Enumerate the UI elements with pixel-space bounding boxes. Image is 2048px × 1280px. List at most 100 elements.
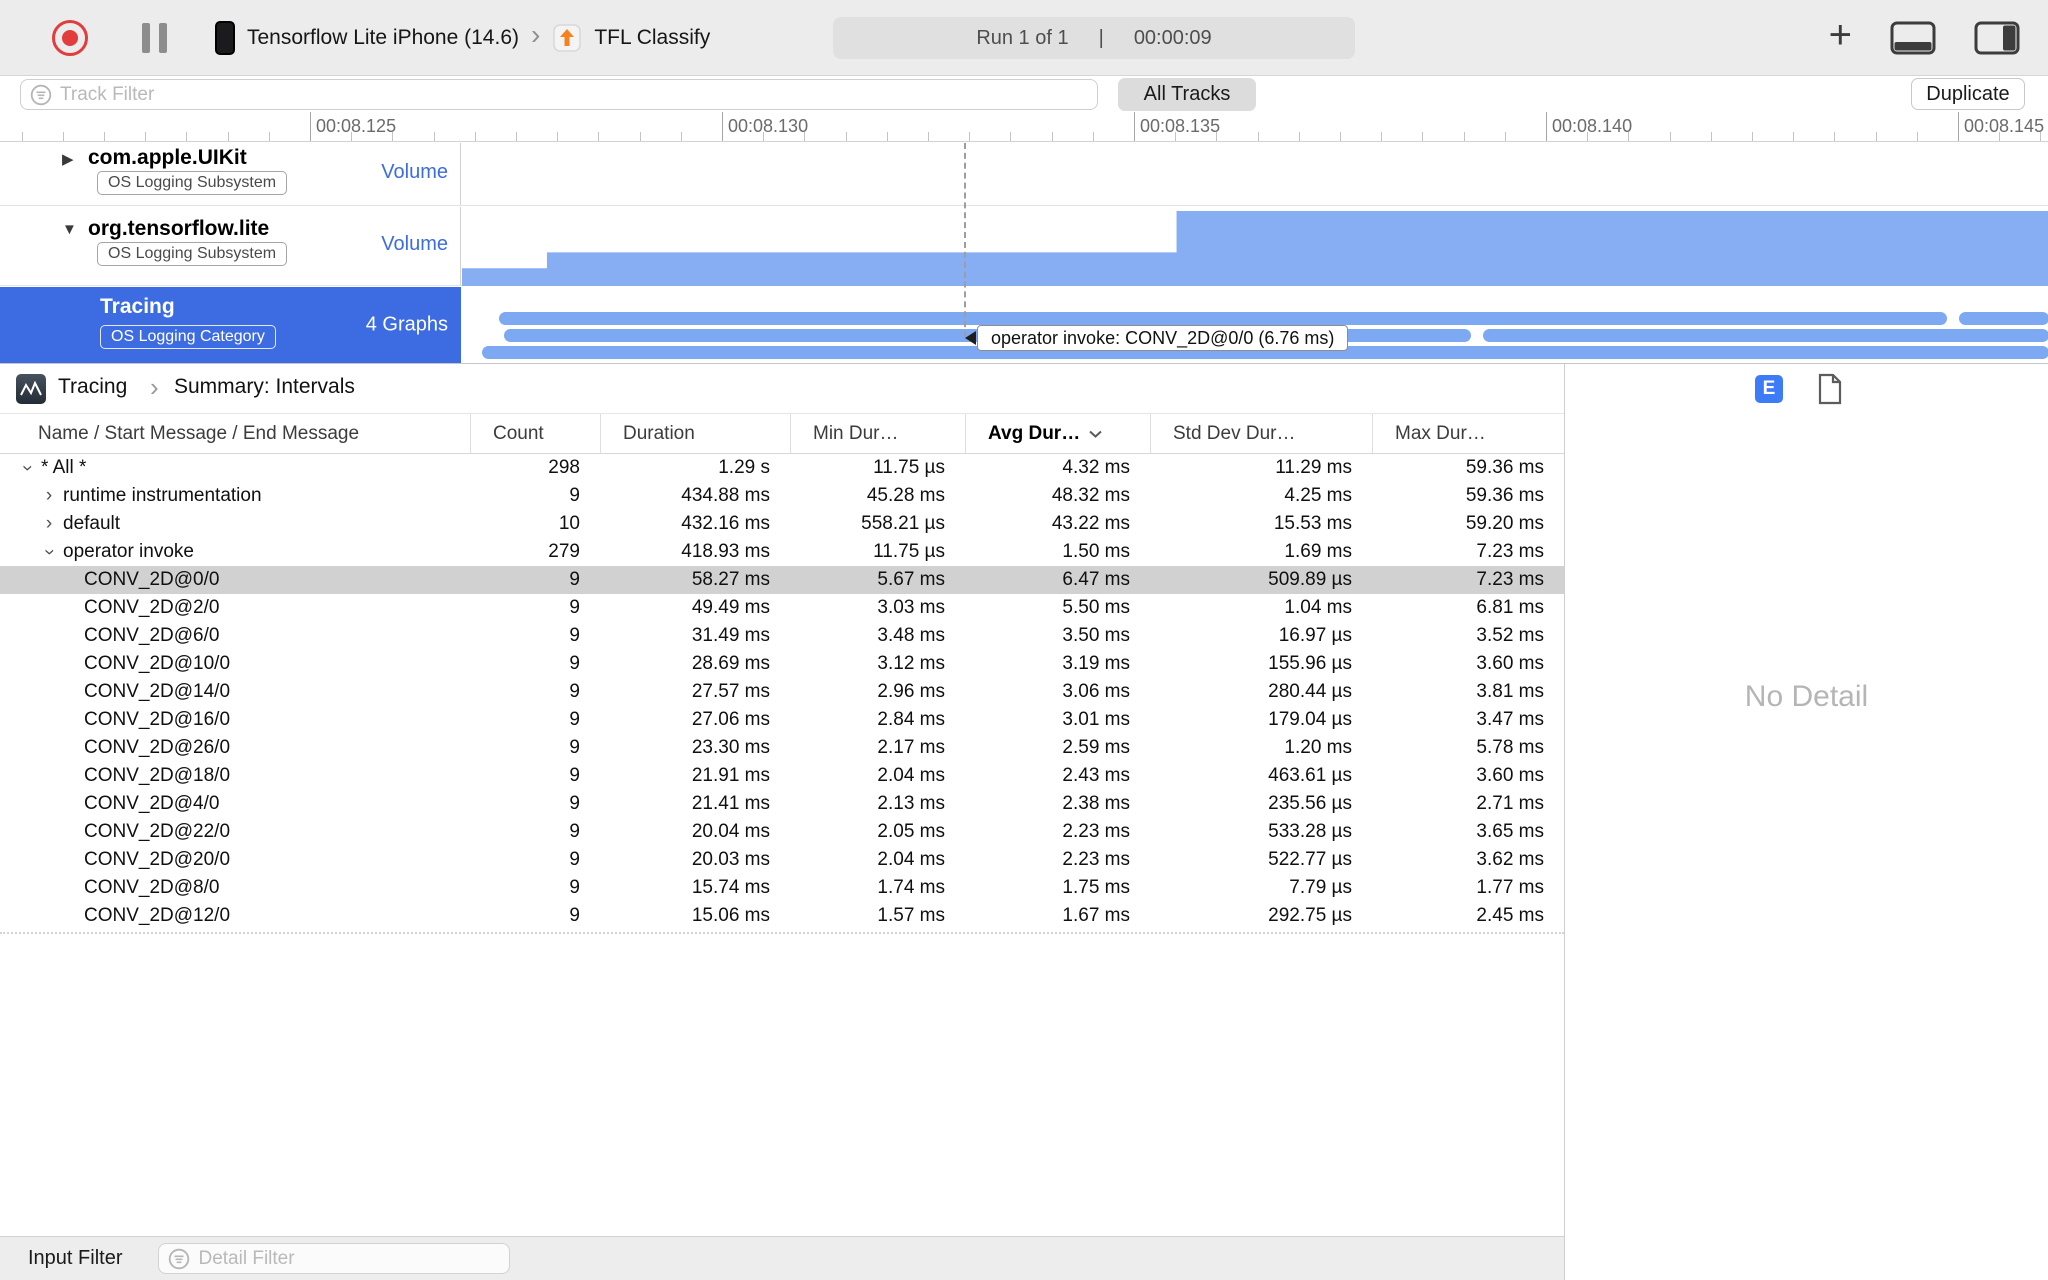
row-name-label: CONV_2D@22/0 — [84, 821, 231, 842]
table-row[interactable]: CONV_2D@16/0 9 27.06 ms 2.84 ms 3.01 ms 179.0… — [0, 706, 1564, 734]
cell-std: 1.04 ms — [1284, 597, 1352, 618]
track-row-tensorflow[interactable]: ▼ org.tensorflow.lite OS Logging Subsyst… — [0, 207, 2048, 286]
tracing-intervals-graph[interactable]: operator invoke: CONV_2D@0/0 (6.76 ms) — [462, 287, 2048, 363]
column-header-min[interactable]: Min Dur… — [790, 414, 965, 453]
table-row[interactable]: CONV_2D@2/0 9 49.49 ms 3.03 ms 5.50 ms 1.04 m… — [0, 594, 1564, 622]
cell-avg: 43.22 ms — [1051, 513, 1130, 534]
cell-std: 7.79 µs — [1289, 877, 1352, 898]
cell-min: 45.28 ms — [866, 485, 945, 506]
column-header-max[interactable]: Max Dur… — [1372, 414, 1564, 453]
cell-duration: 58.27 ms — [691, 569, 770, 590]
table-row[interactable]: CONV_2D@6/0 9 31.49 ms 3.48 ms 3.50 ms 16.97 … — [0, 622, 1564, 650]
cell-count: 9 — [569, 681, 580, 702]
ruler-minor-tick — [145, 132, 147, 141]
row-disclosure-chevron[interactable]: › — [42, 510, 56, 538]
column-header-count[interactable]: Count — [470, 414, 600, 453]
duplicate-button[interactable]: Duplicate — [1911, 78, 2025, 110]
cell-min: 2.17 ms — [877, 737, 945, 758]
playhead-cursor[interactable] — [964, 143, 966, 337]
extended-detail-tab-button[interactable]: E — [1755, 375, 1783, 403]
table-row[interactable]: CONV_2D@10/0 9 28.69 ms 3.12 ms 3.19 ms 155.9… — [0, 650, 1564, 678]
interval-bar[interactable] — [1483, 329, 2048, 342]
cell-min: 1.74 ms — [877, 877, 945, 898]
cell-max: 59.20 ms — [1465, 513, 1544, 534]
row-disclosure-chevron[interactable]: › — [42, 482, 56, 510]
interval-bar[interactable] — [1959, 312, 2048, 325]
cell-std: 16.97 µs — [1278, 625, 1352, 646]
volume-area-chart[interactable] — [462, 207, 2048, 286]
detail-filter-field[interactable] — [158, 1243, 511, 1274]
column-header-stddev[interactable]: Std Dev Dur… — [1150, 414, 1372, 453]
track-row-tracing-selected[interactable]: Tracing OS Logging Category 4 Graphs ope… — [0, 287, 2048, 363]
cell-name: CONV_2D@22/0 — [0, 818, 470, 846]
track-graph-area[interactable] — [462, 143, 2048, 205]
cell-min: 1.57 ms — [877, 905, 945, 926]
table-row[interactable]: › runtime instrumentation 9 434.88 ms 45.28 … — [0, 482, 1564, 510]
pause-button[interactable] — [142, 22, 167, 53]
cell-avg: 1.67 ms — [1062, 905, 1130, 926]
ruler-minor-tick — [1875, 132, 1877, 141]
row-name-label: CONV_2D@2/0 — [84, 597, 220, 618]
disclosure-triangle-expanded-icon[interactable]: ▼ — [62, 221, 77, 238]
table-row[interactable]: › * All * 298 1.29 s 11.75 µs 4.32 ms 11.29 ms… — [0, 454, 1564, 482]
ruler-minor-tick — [557, 132, 559, 141]
cell-avg: 5.50 ms — [1062, 597, 1130, 618]
table-row[interactable]: CONV_2D@18/0 9 21.91 ms 2.04 ms 2.43 ms 463.6… — [0, 762, 1564, 790]
cell-count: 9 — [569, 849, 580, 870]
all-tracks-button[interactable]: All Tracks — [1118, 78, 1256, 111]
cell-max: 7.23 ms — [1476, 541, 1544, 562]
row-name-label: CONV_2D@14/0 — [84, 681, 231, 702]
row-disclosure-chevron[interactable]: › — [35, 545, 63, 559]
table-row[interactable]: CONV_2D@0/0 9 58.27 ms 5.67 ms 6.47 ms 509.89… — [0, 566, 1564, 594]
table-row[interactable]: CONV_2D@8/0 9 15.74 ms 1.74 ms 1.75 ms 7.79 µ… — [0, 874, 1564, 902]
column-header-avg-sorted[interactable]: Avg Dur… — [965, 414, 1150, 453]
table-row[interactable]: CONV_2D@22/0 9 20.04 ms 2.05 ms 2.23 ms 533.2… — [0, 818, 1564, 846]
ruler-timestamp-label: 00:08.130 — [728, 116, 809, 136]
disclosure-triangle-collapsed-icon[interactable]: ▶ — [62, 150, 74, 168]
table-row[interactable]: CONV_2D@12/0 9 15.06 ms 1.57 ms 1.67 ms 292.7… — [0, 902, 1564, 930]
filter-icon — [169, 1248, 190, 1269]
input-filter-label: Input Filter — [28, 1247, 123, 1269]
cell-std: 463.61 µs — [1268, 765, 1352, 786]
row-name-label: CONV_2D@12/0 — [84, 905, 231, 926]
breadcrumb-item-summary[interactable]: Summary: Intervals — [174, 375, 355, 399]
track-filter-input[interactable] — [60, 83, 1088, 106]
track-badge: OS Logging Subsystem — [97, 171, 288, 195]
cell-name: CONV_2D@6/0 — [0, 622, 470, 650]
table-row[interactable]: › default 10 432.16 ms 558.21 µs 43.22 ms 15.5… — [0, 510, 1564, 538]
document-inspector-tab-button[interactable] — [1817, 373, 1843, 410]
device-app-selector[interactable]: Tensorflow Lite iPhone (14.6) › TFL Clas… — [215, 0, 710, 75]
track-row-uikit[interactable]: ▶ com.apple.UIKit OS Logging Subsystem V… — [0, 143, 2048, 206]
target-app-name: TFL Classify — [594, 25, 711, 49]
ruler-timestamp-label: 00:08.145 — [1964, 116, 2045, 136]
cell-avg: 6.47 ms — [1062, 569, 1130, 590]
ruler-minor-tick — [1669, 132, 1671, 141]
cell-max: 3.65 ms — [1476, 821, 1544, 842]
ruler-minor-tick — [1298, 132, 1300, 141]
sort-descending-chevron-icon — [1089, 430, 1102, 438]
record-button[interactable] — [52, 19, 88, 56]
cell-name: CONV_2D@0/0 — [0, 566, 470, 594]
column-header-name[interactable]: Name / Start Message / End Message — [0, 414, 470, 453]
table-row[interactable]: › operator invoke 279 418.93 ms 11.75 µs 1.50… — [0, 538, 1564, 566]
target-app-icon — [552, 23, 582, 53]
toggle-bottom-pane-button[interactable] — [1890, 21, 1936, 55]
track-filter-field[interactable] — [20, 79, 1098, 110]
cell-std: 11.29 ms — [1275, 457, 1352, 478]
interval-bar[interactable] — [499, 312, 1947, 325]
detail-filter-input[interactable] — [198, 1247, 501, 1270]
table-row[interactable]: CONV_2D@26/0 9 23.30 ms 2.17 ms 2.59 ms 1.20 … — [0, 734, 1564, 762]
row-name-label: operator invoke — [63, 541, 194, 562]
timeline-ruler[interactable]: 00:08.125 00:08.130 00:08.135 00:08.140 00:0… — [0, 112, 2048, 142]
cell-max: 1.77 ms — [1476, 877, 1544, 898]
table-row[interactable]: CONV_2D@4/0 9 21.41 ms 2.13 ms 2.38 ms 235.56… — [0, 790, 1564, 818]
run-status-display: Run 1 of 1 | 00:00:09 — [833, 17, 1355, 59]
column-header-duration[interactable]: Duration — [600, 414, 790, 453]
table-row[interactable]: CONV_2D@14/0 9 27.57 ms 2.96 ms 3.06 ms 280.4… — [0, 678, 1564, 706]
cell-duration: 49.49 ms — [691, 597, 770, 618]
add-instrument-button[interactable]: + — [1829, 15, 1852, 61]
row-disclosure-chevron[interactable]: › — [13, 461, 41, 475]
breadcrumb-item-tracing[interactable]: Tracing — [58, 375, 127, 399]
table-row[interactable]: CONV_2D@20/0 9 20.03 ms 2.04 ms 2.23 ms 522.7… — [0, 846, 1564, 874]
toggle-right-pane-button[interactable] — [1974, 21, 2020, 55]
